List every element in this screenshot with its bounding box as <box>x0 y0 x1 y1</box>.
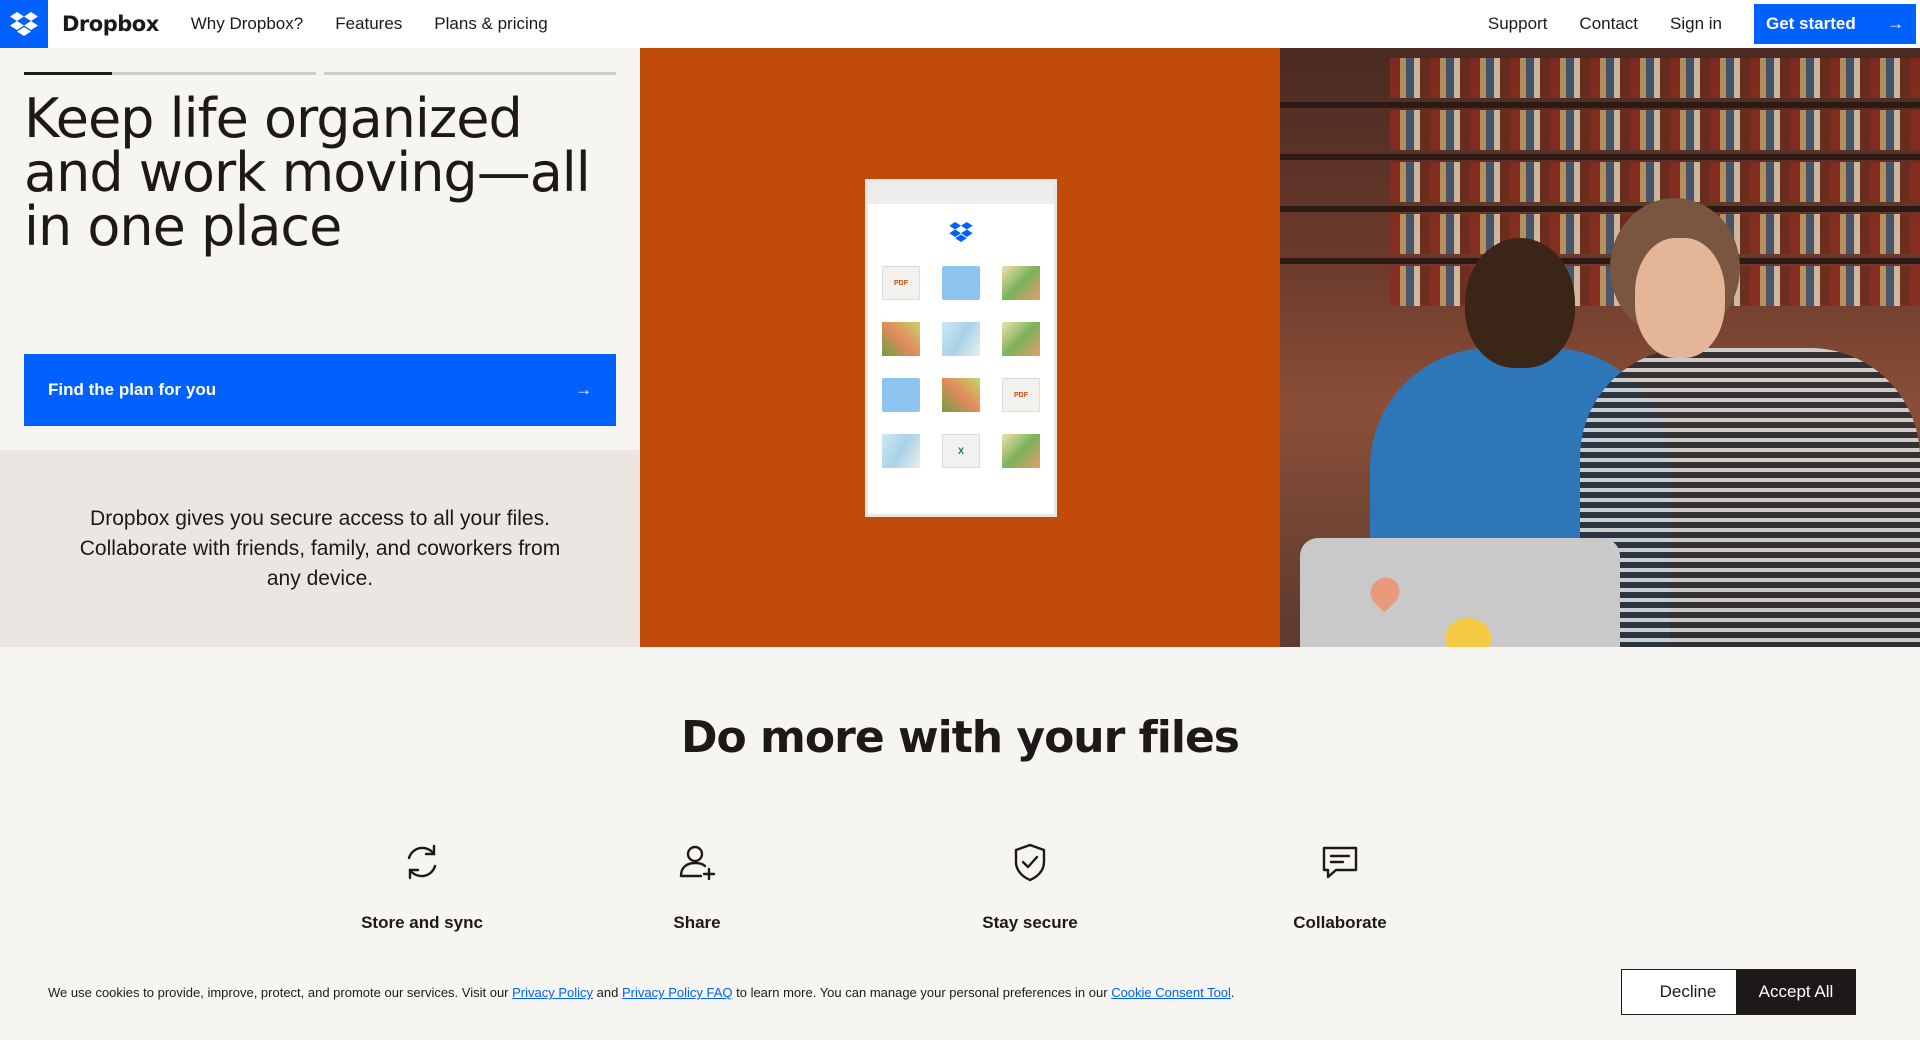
brand-name[interactable]: Dropbox <box>62 12 159 36</box>
cookie-text: . <box>1230 985 1235 1000</box>
image-file-tile <box>1002 322 1040 356</box>
cookie-text: and <box>593 985 622 1000</box>
hero-description-box: Dropbox gives you secure access to all y… <box>0 450 640 647</box>
hero-photo <box>1280 48 1920 647</box>
hero-title: Keep life organized and work moving—all … <box>24 87 591 258</box>
features-title: Do more with your files <box>680 712 1240 763</box>
cookie-consent-tool-link[interactable]: Cookie Consent Tool <box>1111 985 1231 1000</box>
find-plan-label: Find the plan for you <box>48 380 217 399</box>
shield-check-icon <box>1014 843 1046 882</box>
image-file-tile <box>882 322 920 356</box>
cookie-banner: We use cookies to provide, improve, prot… <box>0 952 1920 1040</box>
folder-file-tile <box>942 266 980 300</box>
hero-description: Dropbox gives you secure access to all y… <box>79 506 561 590</box>
feature-label: Stay secure <box>982 913 1078 932</box>
nav-contact[interactable]: Contact <box>1579 14 1638 34</box>
slide-progress-segment[interactable] <box>324 72 616 75</box>
nav-plans-pricing[interactable]: Plans & pricing <box>434 14 547 34</box>
image-file-tile <box>1002 266 1040 300</box>
laptop-illustration <box>1300 538 1620 647</box>
add-user-icon <box>679 845 716 881</box>
arrow-right-icon: → <box>1887 14 1904 33</box>
hero-section: Keep life organized and work moving—all … <box>0 48 1920 647</box>
utility-nav: Support Contact Sign in Get started → <box>1488 4 1916 44</box>
file-grid: PDF PDF X <box>882 266 1046 468</box>
image-file-tile <box>942 322 980 356</box>
feature-collaborate: Collaborate <box>1240 840 1440 933</box>
feature-label: Store and sync <box>361 913 483 932</box>
hero-text-panel: Keep life organized and work moving—all … <box>0 48 640 647</box>
feature-label: Collaborate <box>1293 913 1387 932</box>
xls-file-tile: X <box>942 434 980 468</box>
image-file-tile <box>1002 434 1040 468</box>
feature-share: Share <box>597 840 797 933</box>
main-nav: Why Dropbox? Features Plans & pricing <box>191 14 580 34</box>
pdf-file-tile: PDF <box>882 266 920 300</box>
cookie-text: We use cookies to provide, improve, prot… <box>48 985 513 1000</box>
nav-support[interactable]: Support <box>1488 14 1548 34</box>
folder-file-tile <box>882 378 920 412</box>
feature-label: Share <box>673 913 721 932</box>
privacy-policy-link[interactable]: Privacy Policy <box>512 985 593 1000</box>
pdf-file-tile: PDF <box>1002 378 1040 412</box>
phone-illustration: PDF PDF X <box>865 179 1057 517</box>
nav-features[interactable]: Features <box>335 14 402 34</box>
top-navigation: Dropbox Why Dropbox? Features Plans & pr… <box>0 0 1920 48</box>
get-started-button[interactable]: Get started → <box>1754 4 1916 44</box>
image-file-tile <box>942 378 980 412</box>
sync-icon <box>407 844 437 880</box>
cookie-text: to learn more. You can manage your perso… <box>732 985 1112 1000</box>
nav-why-dropbox[interactable]: Why Dropbox? <box>191 14 303 34</box>
slide-progress-segment[interactable] <box>24 72 316 75</box>
sign-in-link[interactable]: Sign in <box>1670 14 1722 34</box>
dropbox-logo-icon[interactable] <box>0 0 48 48</box>
find-plan-button[interactable]: Find the plan for you → <box>24 354 616 426</box>
feature-stay-secure: Stay secure <box>930 840 1130 933</box>
arrow-right-icon: → <box>575 380 592 399</box>
get-started-label: Get started <box>1766 14 1856 33</box>
slide-progress <box>24 72 616 75</box>
hero-illustration-panel: PDF PDF X <box>640 48 1280 647</box>
teacher-figure <box>1580 198 1920 647</box>
image-file-tile <box>882 434 920 468</box>
decline-button[interactable]: Decline <box>1621 969 1755 1015</box>
chat-icon <box>1322 846 1358 879</box>
feature-store-sync: Store and sync <box>322 840 522 933</box>
privacy-faq-link[interactable]: Privacy Policy FAQ <box>622 985 733 1000</box>
dropbox-logo-icon <box>949 222 973 242</box>
accept-all-button[interactable]: Accept All <box>1736 969 1856 1015</box>
cookie-message: We use cookies to provide, improve, prot… <box>48 985 1235 1000</box>
